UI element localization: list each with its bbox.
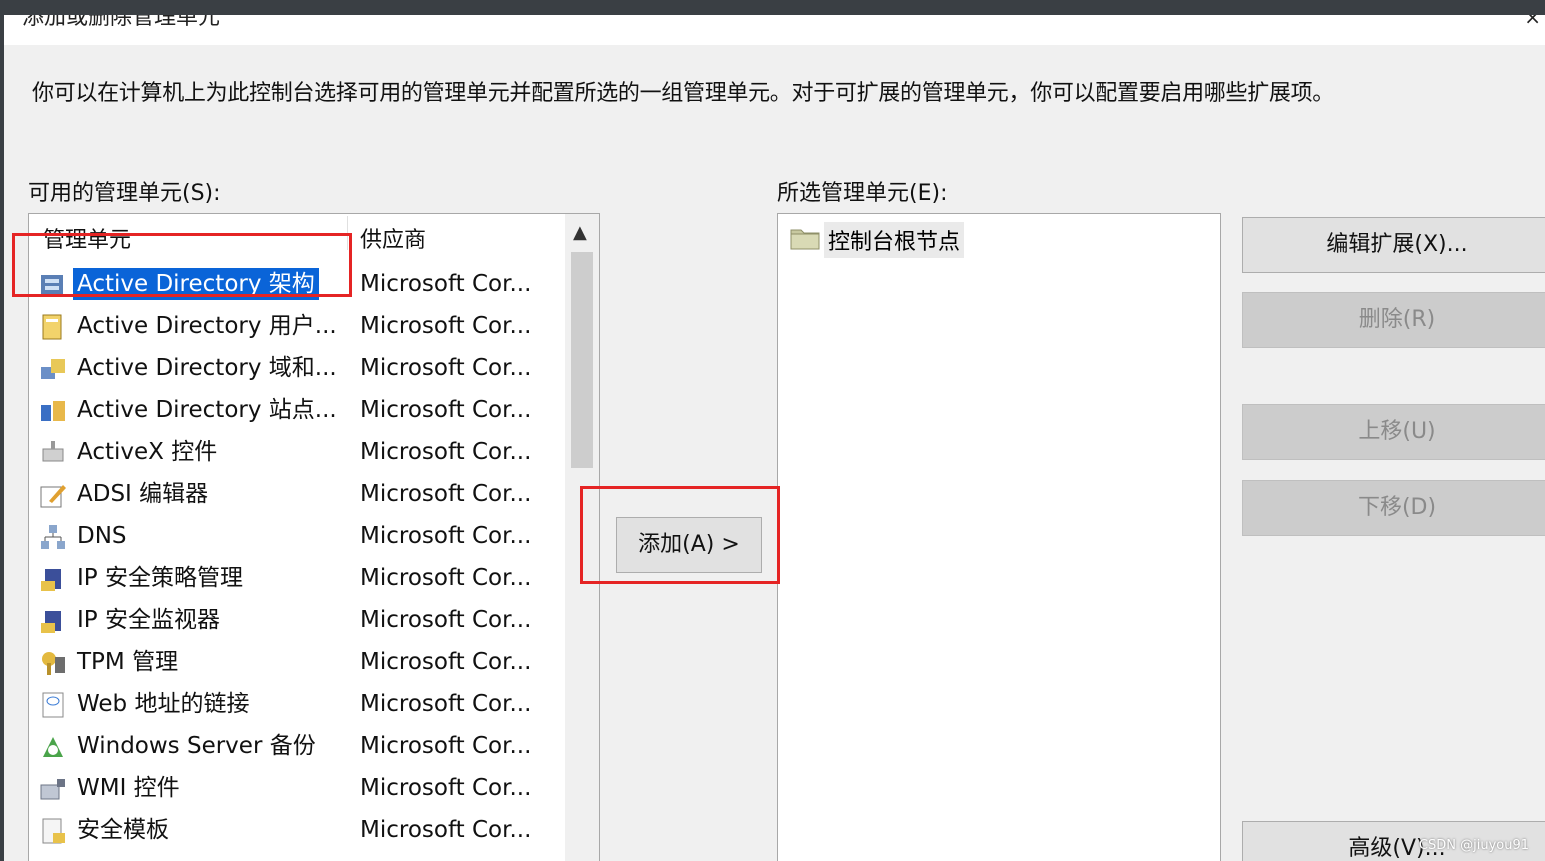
- snapin-vendor: Microsoft Cor...: [360, 607, 532, 633]
- snapin-name: TPM 管理: [77, 649, 179, 675]
- snapin-row[interactable]: Active Directory 架构 Microsoft Cor...: [29, 263, 563, 305]
- available-snapins-label: 可用的管理单元(S):: [28, 181, 221, 206]
- snapin-name: WMI 控件: [77, 775, 180, 801]
- snapin-vendor: Microsoft Cor...: [360, 817, 532, 843]
- snapin-vendor: Microsoft Cor...: [360, 523, 532, 549]
- snapin-name: Windows Server 备份: [77, 733, 316, 759]
- snapin-vendor: Microsoft Cor...: [360, 481, 532, 507]
- dns-icon: [41, 525, 65, 549]
- snapin-row[interactable]: Windows Server 备份 Microsoft Cor...: [29, 725, 563, 767]
- selected-snapins-label: 所选管理单元(E):: [777, 181, 948, 206]
- snapin-name: Active Directory 架构: [73, 268, 319, 300]
- snapin-row[interactable]: 安全模板 Microsoft Cor...: [29, 809, 563, 851]
- activex-icon: [42, 441, 64, 462]
- snapin-row[interactable]: IP 安全策略管理 Microsoft Cor...: [29, 557, 563, 599]
- snapin-name: 安全模板: [77, 817, 169, 843]
- tpm-icon: [42, 652, 65, 675]
- snapin-row[interactable]: ADSI 编辑器 Microsoft Cor...: [29, 473, 563, 515]
- snapin-vendor: Microsoft Cor...: [360, 691, 532, 717]
- edit-extensions-button[interactable]: 编辑扩展(X)...: [1242, 217, 1545, 273]
- snapin-row[interactable]: Active Directory 域和... Microsoft Cor...: [29, 347, 563, 389]
- domains-icon: [41, 359, 65, 379]
- remove-button[interactable]: 删除(R): [1242, 292, 1545, 348]
- backup-icon: [43, 737, 63, 757]
- snapin-name: ActiveX 控件: [77, 439, 218, 465]
- snapin-row[interactable]: IP 安全监视器 Microsoft Cor...: [29, 599, 563, 641]
- snapin-vendor: Microsoft Cor...: [360, 649, 532, 675]
- template-icon: [42, 818, 65, 844]
- column-separator[interactable]: [347, 216, 348, 250]
- edit-icon: [40, 485, 66, 508]
- snapin-vendor: Microsoft Cor...: [360, 313, 532, 339]
- description-text: 你可以在计算机上为此控制台选择可用的管理单元并配置所选的一组管理单元。对于可扩展…: [32, 81, 1335, 106]
- snapin-name: DNS: [77, 523, 127, 549]
- snapin-row[interactable]: Active Directory 用户... Microsoft Cor...: [29, 305, 563, 347]
- snapin-name: Active Directory 域和...: [77, 355, 337, 381]
- scroll-thumb[interactable]: [571, 252, 593, 468]
- security-monitor-icon: [41, 611, 61, 633]
- move-up-button[interactable]: 上移(U): [1242, 404, 1545, 460]
- snapin-name: ADSI 编辑器: [77, 481, 209, 507]
- snapin-vendor: Microsoft Cor...: [360, 775, 532, 801]
- snapin-row[interactable]: Active Directory 站点... Microsoft Cor...: [29, 389, 563, 431]
- snapin-row[interactable]: ActiveX 控件 Microsoft Cor...: [29, 431, 563, 473]
- snapin-row[interactable]: Web 地址的链接 Microsoft Cor...: [29, 683, 563, 725]
- add-button[interactable]: 添加(A) >: [616, 517, 762, 573]
- column-header-vendor[interactable]: 供应商: [360, 222, 426, 254]
- snapin-row[interactable]: TPM 管理 Microsoft Cor...: [29, 641, 563, 683]
- security-policy-icon: [41, 569, 61, 591]
- available-snapins-list[interactable]: 管理单元 供应商 Active Directory 架构 Microsoft Co…: [28, 213, 600, 861]
- selected-item-label: 控制台根节点: [824, 222, 965, 258]
- watermark: CSDN @jiuyou91: [1418, 838, 1529, 853]
- window-title: 添加或删除管理单元: [22, 15, 221, 30]
- snapin-name: Active Directory 用户...: [77, 313, 337, 339]
- add-remove-snapins-dialog: 添加或删除管理单元 × 你可以在计算机上为此控制台选择可用的管理单元并配置所选的…: [4, 15, 1545, 861]
- snapin-name: IP 安全监视器: [77, 607, 220, 633]
- snapin-vendor: Microsoft Cor...: [360, 733, 532, 759]
- snapin-name: IP 安全策略管理: [77, 565, 243, 591]
- scroll-up-icon[interactable]: ▲: [573, 222, 587, 243]
- snapin-vendor: Microsoft Cor...: [360, 565, 532, 591]
- snapin-vendor: Microsoft Cor...: [360, 397, 532, 423]
- vertical-scrollbar[interactable]: ▲ ▼: [565, 214, 599, 861]
- schema-icon: [41, 275, 63, 295]
- column-header-snapin[interactable]: 管理单元: [43, 222, 131, 254]
- snapin-row[interactable]: WMI 控件 Microsoft Cor...: [29, 767, 563, 809]
- snapin-vendor: Microsoft Cor...: [360, 355, 532, 381]
- selected-snapins-list[interactable]: 控制台根节点: [777, 213, 1221, 861]
- web-link-icon: [42, 692, 64, 718]
- snapin-vendor: Microsoft Cor...: [360, 439, 532, 465]
- move-down-button[interactable]: 下移(D): [1242, 480, 1545, 536]
- title-bar: 添加或删除管理单元 ×: [4, 15, 1545, 45]
- snapin-row[interactable]: DNS Microsoft Cor...: [29, 515, 563, 557]
- snapin-vendor: Microsoft Cor...: [360, 271, 532, 297]
- snapin-name: Active Directory 站点...: [77, 397, 337, 423]
- snapin-name: Web 地址的链接: [77, 691, 250, 717]
- folder-icon: [790, 229, 820, 250]
- users-book-icon: [42, 314, 62, 340]
- wmi-icon: [40, 779, 65, 800]
- sites-icon: [41, 401, 65, 421]
- close-icon[interactable]: ×: [1524, 15, 1541, 29]
